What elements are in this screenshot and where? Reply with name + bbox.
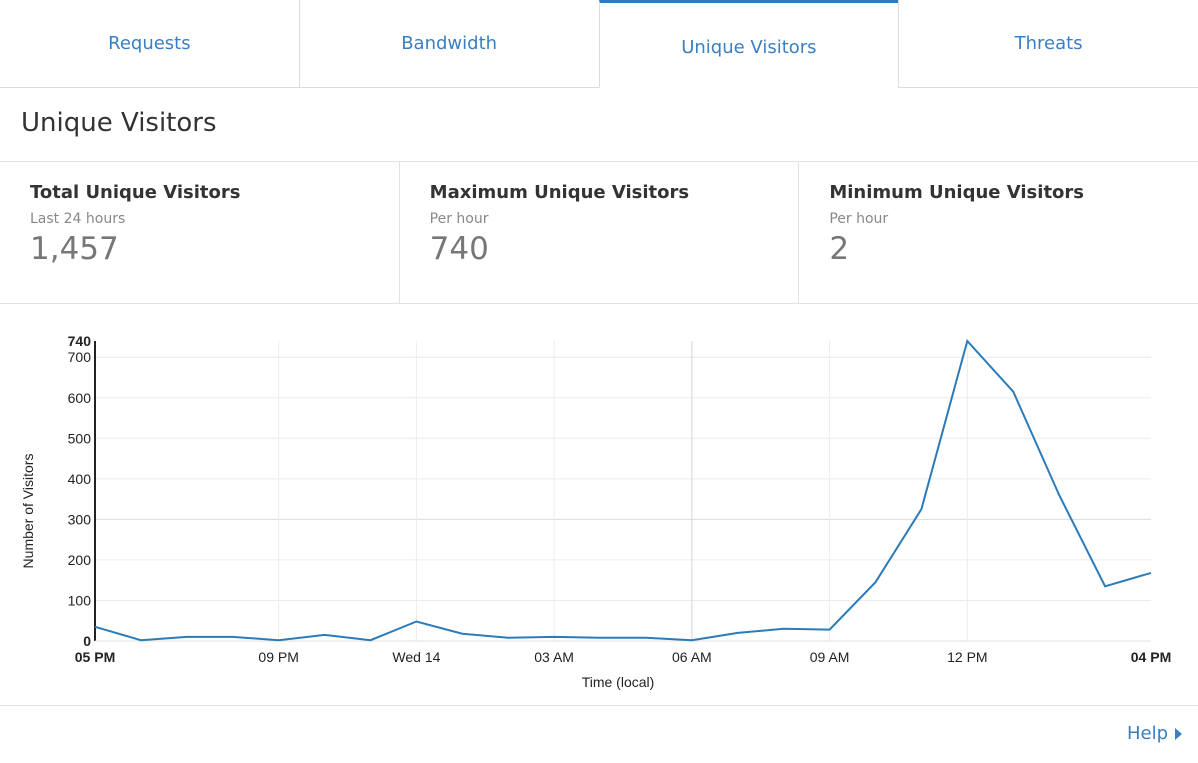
stat-total: Total Unique Visitors Last 24 hours 1,45… [0, 162, 399, 303]
stat-subtitle: Last 24 hours [30, 211, 126, 227]
x-tick-label: 12 PM [947, 649, 987, 665]
y-tick-label: 300 [68, 511, 92, 527]
y-tick-label: 500 [68, 430, 92, 446]
page-title: Unique Visitors [21, 108, 217, 138]
stat-minimum: Minimum Unique Visitors Per hour 2 [798, 162, 1198, 303]
x-tick-label: 09 AM [810, 649, 850, 665]
x-tick-label: 06 AM [672, 649, 712, 665]
stat-subtitle: Per hour [829, 211, 889, 227]
caret-right-icon [1175, 727, 1182, 740]
stat-title: Minimum Unique Visitors [829, 182, 1085, 203]
stat-value: 2 [829, 231, 850, 267]
x-tick-label: 05 PM [75, 649, 115, 665]
y-tick-label: 400 [68, 471, 92, 487]
tab-bandwidth[interactable]: Bandwidth [298, 0, 599, 87]
help-label: Help [1126, 723, 1168, 744]
x-tick-label: 04 PM [1131, 649, 1171, 665]
visitors-chart-container: 0 100 200 300 400 500 600 700 740 05 PM 09 PM Wed 1… [0, 320, 1198, 700]
stat-maximum: Maximum Unique Visitors Per hour 740 [398, 162, 799, 303]
y-tick-label: 200 [68, 552, 92, 568]
tab-unique-visitors[interactable]: Unique Visitors [598, 0, 899, 88]
x-tick-label: 03 AM [534, 649, 574, 665]
x-tick-label: Wed 14 [392, 649, 440, 665]
x-axis-title: Time (local) [582, 674, 655, 690]
tab-bar: Requests Bandwidth Unique Visitors Threa… [0, 0, 1198, 88]
tab-requests[interactable]: Requests [0, 0, 299, 87]
help-link[interactable]: Help [1127, 723, 1182, 744]
stat-title: Total Unique Visitors [30, 182, 241, 203]
footer: Help [0, 705, 1198, 763]
stat-value: 740 [429, 231, 489, 267]
stats-panel: Total Unique Visitors Last 24 hours 1,45… [0, 161, 1198, 304]
y-tick-label: 0 [83, 633, 91, 649]
series-line [94, 338, 1152, 642]
y-axis-title: Number of Visitors [20, 454, 36, 569]
stat-value: 1,457 [30, 231, 119, 267]
tab-threats[interactable]: Threats [898, 0, 1198, 87]
y-tick-label: 740 [68, 333, 92, 349]
visitors-chart[interactable]: 0 100 200 300 400 500 600 700740 05 PM 09 PM Wed 1… [0, 320, 1198, 700]
y-tick-label: 700 [68, 349, 92, 365]
stat-subtitle: Per hour [429, 211, 489, 227]
y-tick-label: 600 [68, 390, 92, 406]
y-tick-label: 100 [68, 592, 92, 608]
x-tick-label: 09 PM [258, 649, 298, 665]
stat-title: Maximum Unique Visitors [429, 182, 690, 203]
